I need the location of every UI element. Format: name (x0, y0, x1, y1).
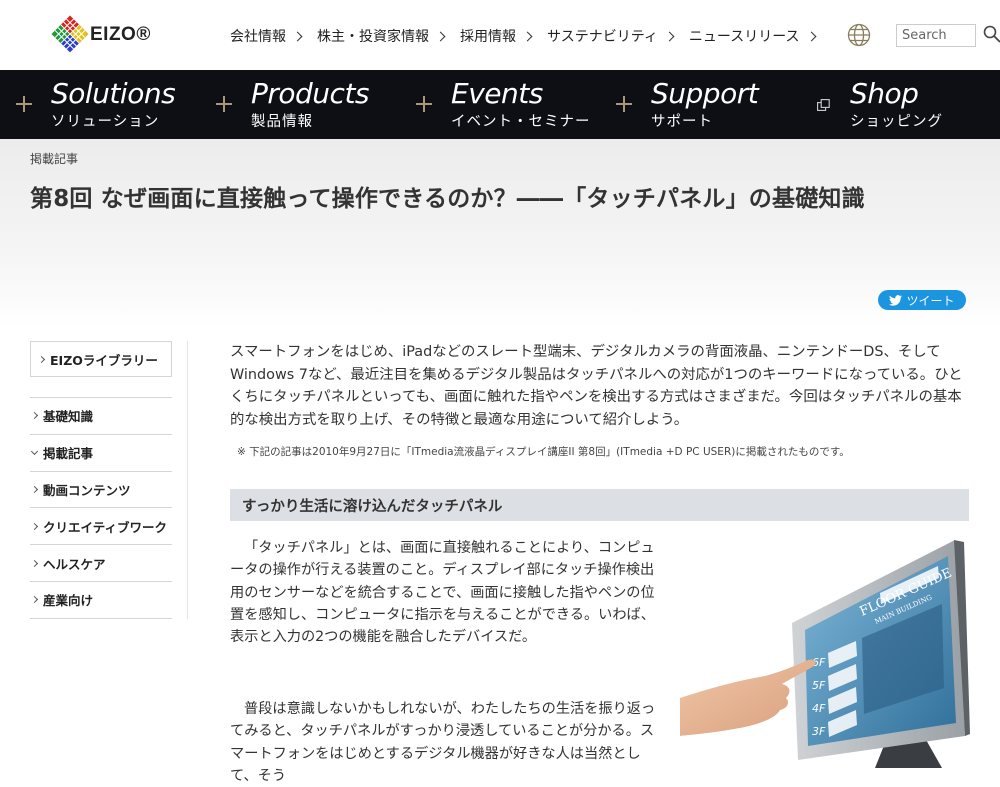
chevron-right-icon (522, 31, 533, 42)
search-icon[interactable] (983, 25, 1000, 43)
article-header: 掲載記事 第8回 なぜ画面に直接触って操作できるのか？――「タッチパネル」の基礎… (0, 139, 1000, 329)
sidebar-item-label: 掲載記事 (43, 446, 94, 462)
chevron-right-icon (30, 596, 39, 604)
nav-label-ja: ショッピング (850, 114, 943, 130)
topnav-label: 会社情報 (230, 29, 286, 45)
sidebar-head-label: EIZOライブラリー (50, 352, 158, 368)
utility-nav: 会社情報 株主・投資家情報 採用情報 サステナビリティ ニュースリリース (230, 26, 831, 46)
plus-icon (416, 96, 432, 112)
sidebar-item-videos[interactable]: 動画コンテンツ (30, 472, 172, 509)
eizo-logo[interactable]: EIZO® (50, 14, 160, 54)
topnav-investors[interactable]: 株主・投資家情報 (317, 26, 446, 46)
globe-icon[interactable] (847, 23, 871, 47)
chevron-right-icon (292, 31, 303, 42)
topnav-label: サステナビリティ (547, 29, 658, 45)
topnav-news[interactable]: ニュースリリース (688, 26, 816, 46)
nav-shop[interactable]: Shop ショッピング (815, 70, 995, 139)
nav-label-ja: サポート (651, 114, 713, 130)
screen-floor: 3F (812, 725, 826, 738)
chevron-right-icon (30, 559, 39, 567)
article-paragraph: 「タッチパネル」とは、画面に直接触れることにより、コンピュータの操作が行える装置… (230, 540, 655, 646)
nav-label-ja: イベント・セミナー (451, 114, 591, 130)
touch-monitor-image: FLOOR GUIDE MAIN BUILDING 6F 5F 4F 3F (680, 540, 970, 768)
plus-icon (16, 96, 32, 112)
article-intro: スマートフォンをはじめ、iPadなどのスレート型端末、デジタルカメラの背面液晶、… (230, 344, 963, 428)
tweet-label: ツイート (906, 293, 955, 308)
chevron-right-icon (30, 485, 39, 494)
sidebar-item-label: 産業向け (43, 593, 94, 609)
article-paragraph: 普段は意識しないかもしれないが、わたしたちの生活を振り返ってみると、タッチパネル… (230, 701, 656, 784)
sidebar-item-label: 基礎知識 (43, 409, 94, 425)
sidebar-divider (187, 341, 188, 619)
topnav-label: 採用情報 (460, 29, 516, 45)
global-nav: Solutions ソリューション Products 製品情報 Events イ… (0, 70, 1000, 139)
sidebar-item-label: 動画コンテンツ (43, 482, 131, 498)
screen-floor: 4F (812, 702, 826, 715)
nav-label-en: Products (251, 77, 370, 110)
nav-support[interactable]: Support サポート (616, 70, 806, 139)
sidebar-item-industrial[interactable]: 産業向け (30, 582, 172, 619)
sidebar-item-creative[interactable]: クリエイティブワーク (30, 508, 172, 546)
topnav-label: ニュースリリース (688, 29, 800, 45)
chevron-right-icon (37, 355, 46, 363)
topnav-careers[interactable]: 採用情報 (460, 26, 533, 46)
page-title: 第8回 なぜ画面に直接触って操作できるのか？――「タッチパネル」の基礎知識 (30, 186, 865, 212)
sidebar-item-basics[interactable]: 基礎知識 (30, 398, 172, 435)
topnav-company[interactable]: 会社情報 (230, 26, 303, 46)
sidebar-list: 基礎知識 掲載記事 動画コンテンツ クリエイティブワーク ヘルスケア 産業向け (30, 397, 172, 619)
chevron-right-icon (806, 31, 816, 42)
eizo-logo-text: EIZO® (90, 24, 151, 45)
search-input[interactable] (896, 24, 976, 47)
plus-icon (616, 96, 632, 112)
plus-icon (216, 96, 232, 112)
sidebar-head-library[interactable]: EIZOライブラリー (30, 341, 172, 377)
site-header: EIZO® 会社情報 株主・投資家情報 採用情報 サステナビリティ ニュースリリ… (0, 0, 1000, 70)
chevron-down-icon (30, 447, 39, 455)
sidebar-item-label: クリエイティブワーク (43, 519, 168, 535)
topnav-sustainability[interactable]: サステナビリティ (547, 26, 675, 46)
screen-floor: 5F (812, 679, 826, 692)
nav-label-ja: ソリューション (51, 114, 160, 130)
article-note: ※ 下記の記事は2010年9月27日に「ITmedia流液晶ディスプレイ講座II… (237, 446, 850, 458)
nav-label-ja: 製品情報 (251, 114, 313, 130)
nav-label-en: Solutions (51, 77, 176, 110)
chevron-right-icon (30, 522, 39, 530)
chevron-right-icon (435, 31, 446, 42)
eizo-logo-mark (51, 15, 89, 53)
sidebar-item-articles[interactable]: 掲載記事 (30, 435, 172, 472)
nav-products[interactable]: Products 製品情報 (216, 70, 406, 139)
nav-label-en: Events (451, 77, 543, 110)
sidebar-item-label: ヘルスケア (43, 556, 106, 572)
topnav-label: 株主・投資家情報 (317, 29, 429, 45)
section-heading: すっかり生活に溶け込んだタッチパネル (230, 489, 969, 521)
article-category: 掲載記事 (30, 152, 79, 166)
external-window-icon (817, 99, 830, 111)
sidebar: EIZOライブラリー 基礎知識 掲載記事 動画コンテンツ クリエイティブワーク … (30, 341, 172, 619)
nav-events[interactable]: Events イベント・セミナー (416, 70, 606, 139)
twitter-bird-icon (889, 294, 903, 306)
chevron-right-icon (664, 31, 675, 42)
nav-label-en: Support (651, 77, 759, 110)
nav-solutions[interactable]: Solutions ソリューション (16, 70, 206, 139)
chevron-right-icon (30, 412, 39, 420)
sidebar-item-healthcare[interactable]: ヘルスケア (30, 545, 172, 582)
tweet-button[interactable]: ツイート (878, 290, 966, 310)
nav-label-en: Shop (850, 77, 919, 110)
